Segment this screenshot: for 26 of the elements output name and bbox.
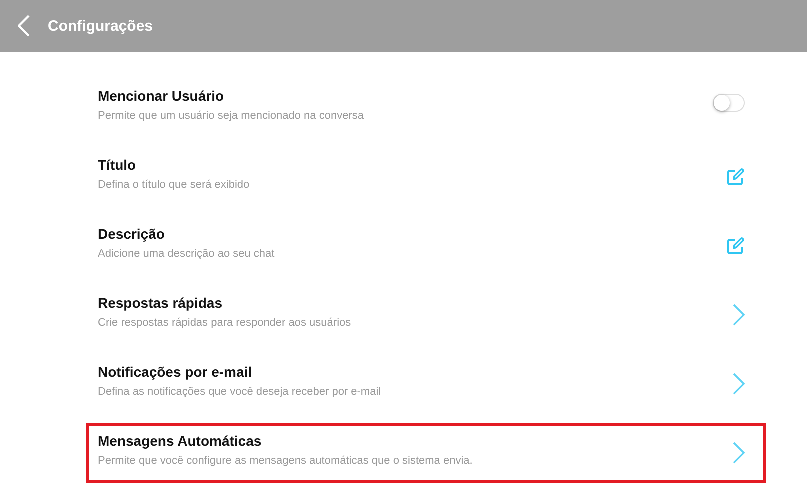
chevron-right-icon[interactable] [733,442,745,464]
page-title: Configurações [48,18,154,34]
settings-row[interactable]: Respostas rápidas Crie respostas rápidas para responder aos usuários [86,285,766,345]
setting-description: Permite que um usuário seja mencionado na conversa [98,110,365,122]
chevron-right-icon[interactable] [733,373,745,395]
settings-row[interactable]: Título Defina o título que será exibido [86,147,766,207]
setting-title: Descrição [98,226,166,242]
edit-icon[interactable] [727,168,745,186]
setting-description: Permite que você configure as mensagens automáticas que o sistema envia. [98,455,474,467]
setting-title: Notificações por e-mail [98,364,254,380]
back-button[interactable] [18,15,30,37]
setting-description: Crie respostas rápidas para responder aos usuários [98,317,352,329]
setting-title: Mensagens Automáticas [98,433,263,449]
edit-icon[interactable] [727,237,745,255]
settings-row[interactable]: Notificações por e-mail Defina as notificações que você deseja receber por e-mail [86,354,766,414]
setting-title: Mencionar Usuário [98,88,226,104]
setting-description: Adicione uma descrição ao seu chat [98,248,276,260]
setting-description: Defina as notificações que você deseja receber por e-mail [98,386,382,398]
toggle-switch[interactable] [713,94,745,112]
setting-title: Respostas rápidas [98,295,224,311]
settings-row[interactable]: Descrição Adicione uma descrição ao seu chat [86,216,766,276]
setting-title: Título [98,157,138,173]
settings-row[interactable]: Mencionar Usuário Permite que um usuário seja mencionado na conversa [86,78,766,138]
settings-row[interactable]: Mensagens Automáticas Permite que você configure as mensagens automáticas que o sistema envia. [86,423,766,483]
setting-description: Defina o título que será exibido [98,179,251,191]
chevron-right-icon[interactable] [733,304,745,326]
